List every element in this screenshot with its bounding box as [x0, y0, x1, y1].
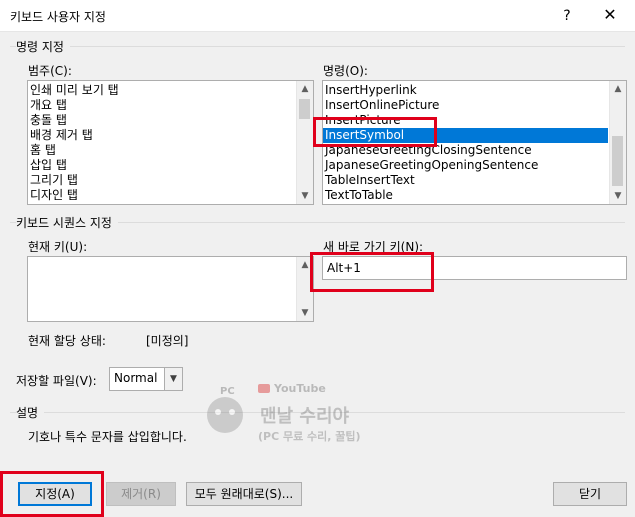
scroll-thumb[interactable] [299, 99, 310, 119]
commands-group-label: 명령 지정 [16, 38, 70, 55]
list-item[interactable]: 디자인 탭 [30, 188, 78, 203]
scroll-up-icon[interactable]: ▲ [297, 81, 313, 97]
description-text: 기호나 특수 문자를 삽입합니다. [28, 430, 187, 444]
save-in-value: Normal [114, 371, 158, 385]
scroll-up-icon[interactable]: ▲ [610, 81, 626, 97]
commands-group-divider [10, 46, 625, 47]
scroll-down-icon[interactable]: ▼ [610, 188, 626, 204]
youtube-icon [258, 384, 270, 393]
current-keys-listbox[interactable]: ▲ ▼ [27, 256, 314, 322]
list-item[interactable]: 배경 제거 탭 [30, 128, 93, 143]
help-icon[interactable]: ? [555, 6, 579, 26]
assign-status-label: 현재 할당 상태: [28, 334, 106, 348]
command-scrollbar[interactable]: ▲ ▼ [609, 81, 626, 204]
list-item[interactable]: 삽입 탭 [30, 158, 67, 173]
watermark: PC YouTube 맨날 수리야 (PC 무료 수리, 꿀팁) [200, 380, 380, 460]
list-item[interactable]: 그리기 탭 [30, 173, 78, 188]
scroll-down-icon[interactable]: ▼ [297, 305, 313, 321]
title-bar: 키보드 사용자 지정 ? ✕ [0, 0, 635, 32]
close-icon[interactable]: ✕ [595, 4, 625, 26]
list-item[interactable]: 충돌 탭 [30, 113, 67, 128]
highlight-box-command [313, 117, 437, 147]
list-item[interactable]: TableInsertText [325, 173, 415, 188]
highlight-box-assign [0, 471, 104, 517]
assign-status-value: [미정의] [146, 334, 189, 348]
list-item[interactable]: InsertOnlinePicture [325, 98, 439, 113]
command-label: 명령(O): [323, 64, 368, 78]
window-title: 키보드 사용자 지정 [10, 10, 106, 24]
highlight-box-new-key [310, 252, 434, 292]
category-scrollbar[interactable]: ▲ ▼ [296, 81, 313, 204]
list-item[interactable]: 인쇄 미리 보기 탭 [30, 83, 119, 98]
save-in-select[interactable]: Normal ▼ [109, 367, 183, 391]
watermark-youtube: YouTube [274, 382, 326, 395]
current-keys-label: 현재 키(U): [28, 240, 88, 254]
list-item[interactable]: InsertHyperlink [325, 83, 417, 98]
keys-group-label: 키보드 시퀀스 지정 [16, 214, 118, 231]
remove-button[interactable]: 제거(R) [106, 482, 176, 506]
category-listbox[interactable]: 인쇄 미리 보기 탭 개요 탭 충돌 탭 배경 제거 탭 홈 탭 삽입 탭 그리… [27, 80, 314, 205]
list-item[interactable]: JapaneseGreetingOpeningSentence [325, 158, 538, 173]
list-item[interactable]: TextToTable [325, 188, 393, 203]
watermark-subtitle: (PC 무료 수리, 꿀팁) [258, 430, 361, 443]
close-button[interactable]: 닫기 [553, 482, 627, 506]
watermark-channel: 맨날 수리야 [260, 406, 350, 427]
category-label: 범주(C): [28, 64, 72, 78]
list-item[interactable]: 개요 탭 [30, 98, 67, 113]
chevron-down-icon[interactable]: ▼ [164, 368, 182, 390]
scroll-down-icon[interactable]: ▼ [297, 188, 313, 204]
description-label: 설명 [16, 404, 45, 421]
scroll-thumb[interactable] [612, 136, 623, 186]
save-in-label: 저장할 파일(V): [16, 374, 97, 388]
watermark-pc: PC [220, 386, 235, 397]
list-item[interactable]: 홈 탭 [30, 143, 56, 158]
reset-all-button[interactable]: 모두 원래대로(S)... [186, 482, 302, 506]
